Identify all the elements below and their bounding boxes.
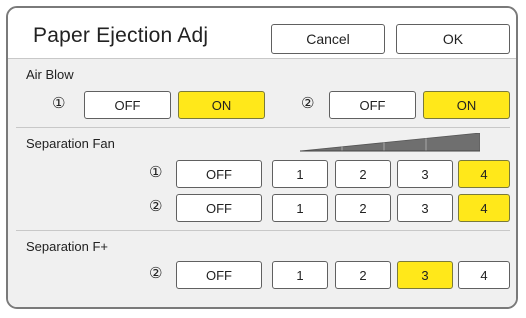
- fan-2-level-3-button[interactable]: 3: [397, 194, 453, 222]
- separation-f-plus-marker-2: ②: [149, 265, 163, 282]
- dialog-frame: Paper Ejection Adj Cancel OK Air Blow ① …: [6, 6, 518, 309]
- divider: [16, 230, 510, 231]
- fan-1-off-button[interactable]: OFF: [176, 160, 262, 188]
- air-blow-marker-1: ①: [52, 95, 66, 112]
- separation-fan-marker-1: ①: [149, 164, 163, 181]
- fan-2-level-1-button[interactable]: 1: [272, 194, 328, 222]
- f-plus-level-2-button[interactable]: 2: [335, 261, 391, 289]
- f-plus-level-1-button[interactable]: 1: [272, 261, 328, 289]
- separation-f-plus-label: Separation F+: [26, 239, 109, 254]
- settings-panel: Air Blow ① OFF ON ② OFF ON Separation Fa…: [8, 58, 516, 307]
- air-blow-label: Air Blow: [26, 67, 74, 82]
- fan-strength-ramp-icon: [300, 133, 480, 152]
- dialog-header: Paper Ejection Adj Cancel OK: [8, 8, 516, 58]
- air-blow-2-off-button[interactable]: OFF: [329, 91, 416, 119]
- air-blow-1-on-button[interactable]: ON: [178, 91, 265, 119]
- fan-1-level-2-button[interactable]: 2: [335, 160, 391, 188]
- fan-2-off-button[interactable]: OFF: [176, 194, 262, 222]
- ok-button[interactable]: OK: [396, 24, 510, 54]
- cancel-button[interactable]: Cancel: [271, 24, 385, 54]
- page-title: Paper Ejection Adj: [33, 24, 209, 47]
- f-plus-level-3-button[interactable]: 3: [397, 261, 453, 289]
- f-plus-level-4-button[interactable]: 4: [458, 261, 510, 289]
- separation-fan-label: Separation Fan: [26, 136, 115, 151]
- fan-2-level-4-button[interactable]: 4: [458, 194, 510, 222]
- air-blow-1-off-button[interactable]: OFF: [84, 91, 171, 119]
- divider: [16, 127, 510, 128]
- fan-1-level-1-button[interactable]: 1: [272, 160, 328, 188]
- fan-1-level-4-button[interactable]: 4: [458, 160, 510, 188]
- air-blow-marker-2: ②: [301, 95, 315, 112]
- f-plus-off-button[interactable]: OFF: [176, 261, 262, 289]
- separation-fan-marker-2: ②: [149, 198, 163, 215]
- fan-2-level-2-button[interactable]: 2: [335, 194, 391, 222]
- air-blow-2-on-button[interactable]: ON: [423, 91, 510, 119]
- fan-1-level-3-button[interactable]: 3: [397, 160, 453, 188]
